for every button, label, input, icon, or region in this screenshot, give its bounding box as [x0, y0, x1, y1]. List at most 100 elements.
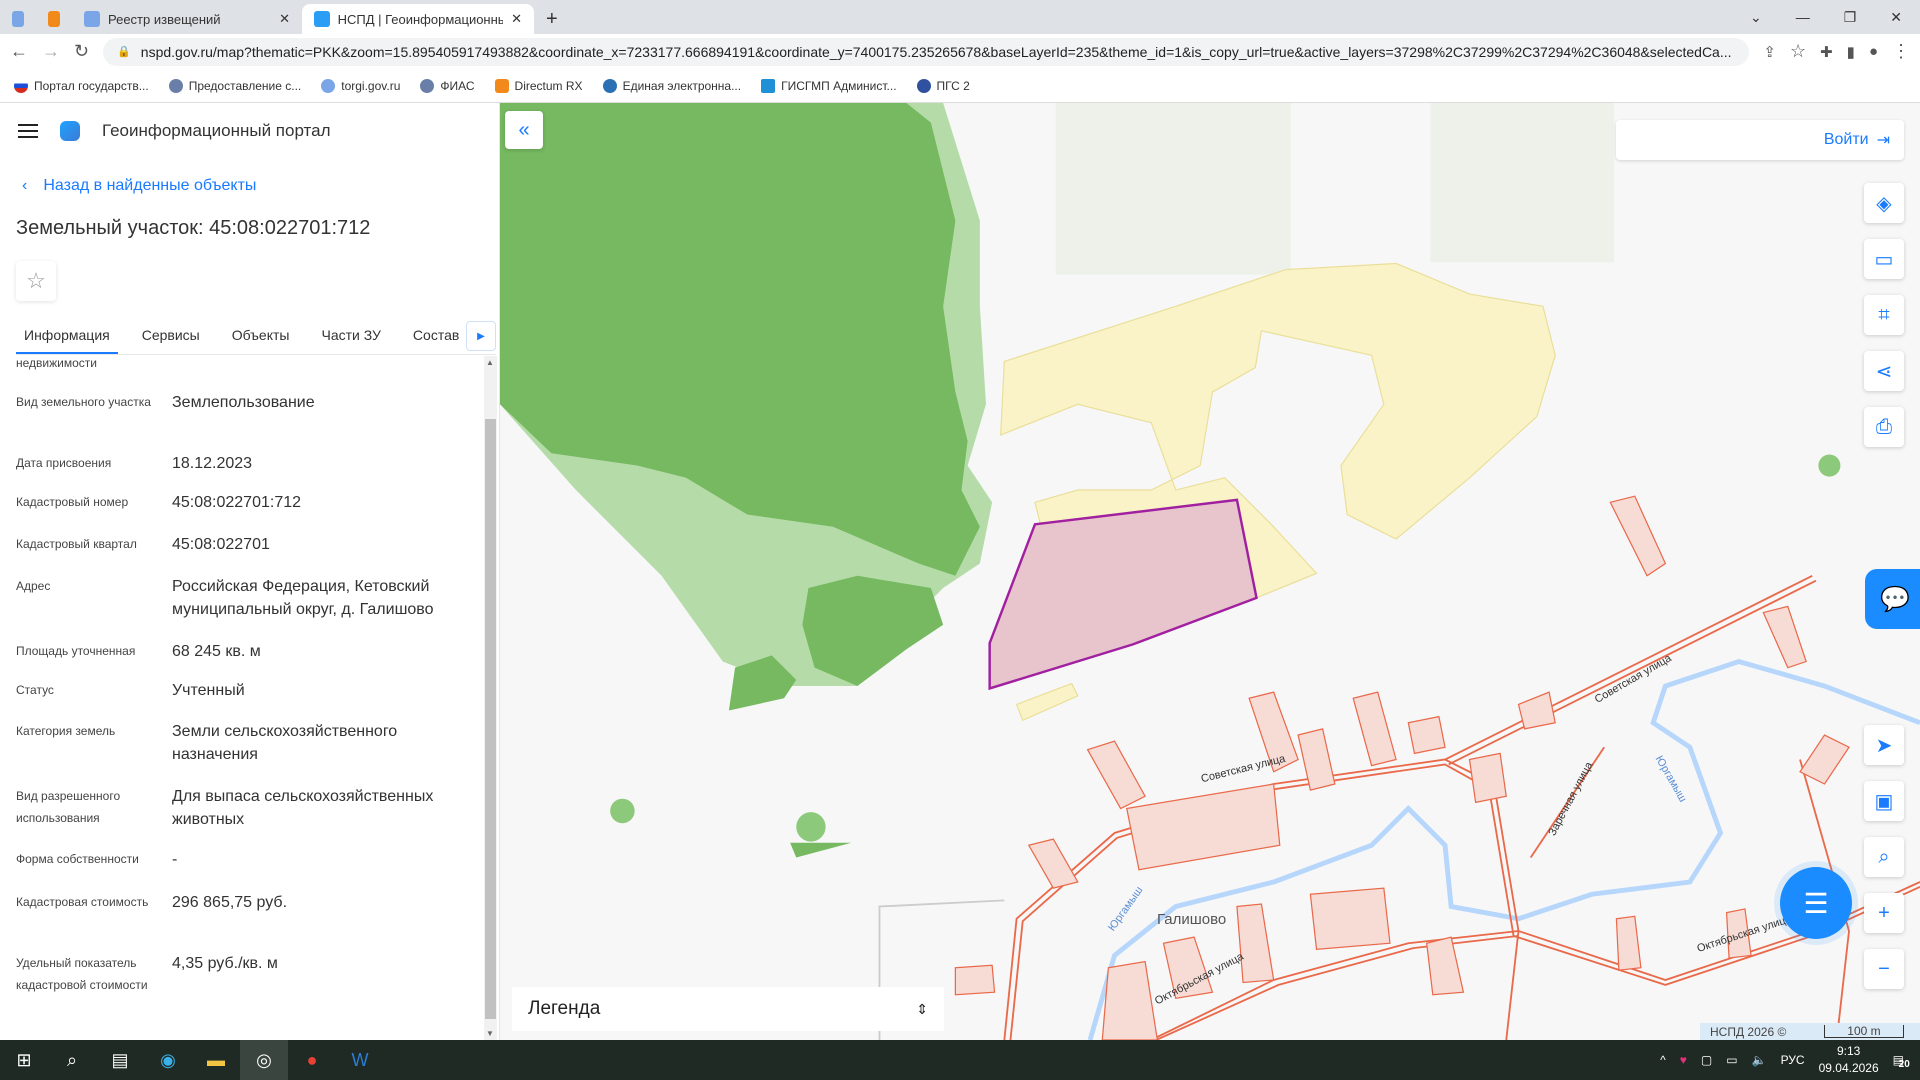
forward-icon[interactable]: →	[42, 41, 60, 62]
legend-panel[interactable]: Легенда ⇕	[512, 987, 944, 1031]
extensions-icon[interactable]: ✚	[1820, 43, 1833, 61]
tab-objects[interactable]: Объекты	[224, 319, 298, 354]
minimap-button[interactable]: ▣	[1864, 781, 1904, 821]
camera-icon[interactable]: ▢	[1701, 1053, 1712, 1067]
bookmark-label: Портал государств...	[34, 78, 149, 93]
field-label: Площадь уточненная	[16, 644, 136, 658]
field-label: Кадастровый квартал	[16, 537, 137, 551]
object-sidebar: Геоинформационный портал ‹ Назад в найден…	[0, 103, 500, 1040]
tab-search-icon[interactable]: ⌄	[1750, 9, 1762, 26]
field-label: Вид земельного участка	[16, 395, 151, 409]
time: 9:13	[1836, 1044, 1861, 1058]
profile-avatar[interactable]: ●	[1869, 43, 1878, 60]
close-icon[interactable]: ✕	[511, 11, 522, 27]
tab-pinned-2[interactable]	[36, 4, 72, 34]
sidebar-scrollbar[interactable]: ▲ ▼	[484, 356, 497, 1040]
print-button[interactable]: ⎙	[1864, 407, 1904, 447]
map-attribution: НСПД 2026 © 100 m	[1700, 1023, 1920, 1040]
field-value: 45:08:022701:712	[172, 494, 302, 511]
tray-expand-icon[interactable]: ^	[1660, 1053, 1666, 1067]
selected-parcel[interactable]	[988, 498, 1258, 691]
app-title: Геоинформационный портал	[102, 121, 331, 140]
bookmark-item[interactable]: torgi.gov.ru	[321, 78, 400, 93]
volume-icon[interactable]: 🔈	[1752, 1053, 1767, 1067]
bookmark-item[interactable]: ПГС 2	[916, 78, 970, 93]
sidepanel-icon[interactable]: ▮	[1847, 43, 1855, 61]
collapse-panel-button[interactable]: «	[505, 111, 543, 149]
bookmark-item[interactable]: Единая электронна...	[602, 78, 741, 93]
window-controls: ⌄ — ❐ ✕	[1732, 9, 1920, 34]
zoom-out-button[interactable]: −	[1864, 949, 1904, 989]
page-title: Земельный участок: 45:08:022701:712	[16, 217, 371, 239]
tab-parts[interactable]: Части ЗУ	[313, 319, 388, 354]
area-select-button[interactable]: ⌗	[1864, 295, 1904, 335]
url-text: nspd.gov.ru/map?thematic=PKK&zoom=15.895…	[140, 43, 1732, 60]
reload-icon[interactable]: ↻	[74, 41, 89, 62]
locate-button[interactable]: ➤	[1864, 725, 1904, 765]
start-button[interactable]: ⊞	[0, 1040, 48, 1080]
map-canvas[interactable]: Советская улица Советская улица Октябрьс…	[500, 103, 1920, 1040]
scroll-down-arrow[interactable]: ▼	[486, 1029, 494, 1038]
login-button[interactable]: Войти ⇥	[1616, 120, 1904, 160]
emblem-icon	[420, 78, 435, 93]
field-value: Учтенный	[172, 682, 245, 699]
emblem-icon	[168, 78, 183, 93]
tab-label: НСПД | Геоинформационный п	[337, 11, 504, 27]
network-icon[interactable]: ▭	[1726, 1053, 1737, 1067]
tab-nspd[interactable]: НСПД | Геоинформационный п ✕	[302, 4, 534, 34]
language-indicator[interactable]: РУС	[1781, 1053, 1805, 1067]
new-tab-button[interactable]: +	[534, 4, 570, 34]
bookmark-item[interactable]: Портал государств...	[14, 78, 149, 93]
close-icon[interactable]: ✕	[279, 11, 290, 27]
file-explorer-icon[interactable]: ▬	[192, 1040, 240, 1080]
clock[interactable]: 9:13 09.04.2026	[1819, 1043, 1879, 1077]
zoom-in-button[interactable]: +	[1864, 893, 1904, 933]
bookmark-item[interactable]: ГИСГМП Админист...	[761, 78, 897, 93]
tab-information[interactable]: Информация	[16, 319, 118, 354]
search-location-button[interactable]: ⌕	[1864, 837, 1904, 877]
layers-button[interactable]: ◈	[1864, 183, 1904, 223]
tray-app-icon[interactable]: ♥	[1680, 1053, 1687, 1067]
close-window-icon[interactable]: ✕	[1890, 9, 1902, 26]
restore-icon[interactable]: ❐	[1844, 9, 1857, 26]
tab-services[interactable]: Сервисы	[134, 319, 208, 354]
scrollbar-thumb[interactable]	[485, 419, 496, 1019]
field-label: Вид разрешенного использования	[16, 789, 121, 825]
bookmark-label: ФИАС	[440, 78, 475, 93]
scroll-up-arrow[interactable]: ▲	[486, 358, 494, 367]
chat-bubble-button[interactable]: ☰	[1780, 867, 1852, 939]
scale-bar: 100 m	[1824, 1025, 1904, 1038]
url-input[interactable]: 🔒 nspd.gov.ru/map?thematic=PKK&zoom=15.89…	[103, 37, 1750, 66]
bookmark-item[interactable]: ФИАС	[420, 78, 475, 93]
tabs-next-arrow-icon[interactable]: ▶	[466, 321, 496, 351]
notifications-icon[interactable]: ▤ 20	[1893, 1053, 1910, 1070]
ruler-button[interactable]: ▭	[1864, 239, 1904, 279]
word-icon[interactable]: W	[336, 1040, 384, 1080]
task-view-icon[interactable]: ▤	[96, 1040, 144, 1080]
tree-patch	[1818, 454, 1841, 477]
app-icon[interactable]: ◎	[240, 1040, 288, 1080]
favorite-star-icon[interactable]: ☆	[16, 261, 56, 301]
search-icon[interactable]: ⌕	[48, 1040, 96, 1080]
emblem-icon	[321, 78, 336, 93]
menu-icon[interactable]: ⋮	[1892, 41, 1910, 62]
bookmark-item[interactable]: Directum RX	[494, 78, 583, 93]
field-label: Категория земель	[16, 724, 116, 738]
back-link[interactable]: ‹ Назад в найденные объекты	[22, 177, 256, 195]
minimize-icon[interactable]: —	[1796, 9, 1810, 26]
share-icon[interactable]: ⇪	[1763, 43, 1776, 61]
tab-registry[interactable]: Реестр извещений ✕	[72, 4, 302, 34]
bookmark-item[interactable]: Предоставление с...	[168, 78, 301, 93]
back-icon[interactable]: ←	[10, 41, 28, 62]
tab-pinned-1[interactable]	[0, 4, 36, 34]
share-button[interactable]: ⋖	[1864, 351, 1904, 391]
support-chat-tab[interactable]: 💬	[1865, 569, 1920, 629]
edge-icon[interactable]: ◉	[144, 1040, 192, 1080]
map-layers	[500, 103, 1920, 1040]
bookmark-star-icon[interactable]: ☆	[1790, 41, 1806, 62]
hamburger-menu-icon[interactable]	[18, 124, 38, 138]
chrome-icon[interactable]: ●	[288, 1040, 336, 1080]
tab-composition[interactable]: Состав	[405, 319, 467, 354]
field-label: Кадастровая стоимость	[16, 895, 149, 909]
expand-chevron-icon[interactable]: ⇕	[916, 1001, 928, 1018]
